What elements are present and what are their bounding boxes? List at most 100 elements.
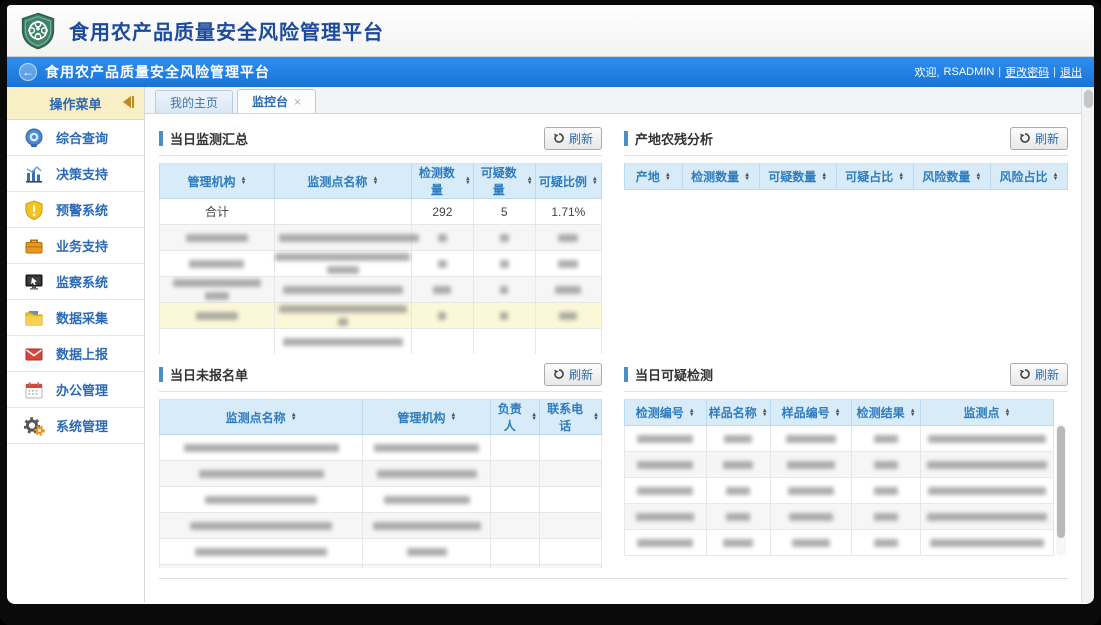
column-header[interactable]: 管理机构▲▼: [363, 400, 491, 435]
table-row: [160, 539, 602, 565]
column-header[interactable]: 负责人▲▼: [491, 400, 540, 435]
panel-suspicious: 当日可疑检测 刷新 检测编号▲▼样品名称▲▼样品编号▲▼检测结果▲▼监测点▲▼: [624, 362, 1068, 568]
column-header[interactable]: 样品编号▲▼: [770, 400, 852, 426]
window-frame: 食用农产品质量安全风险管理平台 ← 食用农产品质量安全风险管理平台 欢迎, RS…: [0, 0, 1101, 625]
panel-accent: [624, 367, 628, 382]
sidebar-item-label: 系统管理: [56, 416, 108, 435]
table-row: [625, 504, 1054, 530]
column-header[interactable]: 风险占比▲▼: [990, 164, 1067, 190]
briefcase-icon: [23, 235, 45, 257]
table-row: [160, 565, 602, 569]
sort-icon: ▲▼: [593, 413, 599, 421]
sort-icon: ▲▼: [835, 409, 841, 417]
column-header[interactable]: 检测数量▲▼: [411, 164, 473, 199]
refresh-button[interactable]: 刷新: [544, 363, 602, 386]
sidebar-header-label: 操作菜单: [49, 94, 101, 113]
close-tab-icon[interactable]: ×: [294, 95, 301, 109]
sidebar-item-label: 数据上报: [56, 344, 108, 363]
sidebar-item-3[interactable]: 预警系统: [7, 192, 144, 228]
sort-icon: ▲▼: [527, 177, 533, 185]
content-divider: [159, 578, 1068, 579]
column-header[interactable]: 风险数量▲▼: [913, 164, 990, 190]
column-header[interactable]: 监测点名称▲▼: [160, 400, 363, 435]
column-header[interactable]: 联系电话▲▼: [540, 400, 602, 435]
sort-icon: ▲▼: [450, 413, 456, 421]
sort-icon: ▲▼: [240, 177, 246, 185]
tab-1[interactable]: 我的主页: [155, 90, 233, 113]
banner-bar: ← 食用农产品质量安全风险管理平台 欢迎, RSADMIN | 更改密码 | 退…: [7, 57, 1094, 87]
sidebar-item-7[interactable]: 数据上报: [7, 336, 144, 372]
globe-icon: [23, 127, 45, 149]
column-header[interactable]: 检测数量▲▼: [682, 164, 759, 190]
refresh-button[interactable]: 刷新: [544, 127, 602, 150]
tab-bar: 我的主页监控台×: [145, 87, 1094, 114]
sort-icon: ▲▼: [592, 177, 598, 185]
refresh-button[interactable]: 刷新: [1010, 363, 1068, 386]
unreported-table: 监测点名称▲▼管理机构▲▼负责人▲▼联系电话▲▼: [159, 399, 602, 568]
logout-link[interactable]: 退出: [1060, 64, 1082, 80]
table-row: 合计29251.71%: [160, 199, 602, 225]
scrollbar-thumb[interactable]: [1057, 426, 1065, 538]
tab-2[interactable]: 监控台×: [237, 89, 316, 113]
column-header[interactable]: 监测点名称▲▼: [274, 164, 411, 199]
sidebar-item-8[interactable]: 办公管理: [7, 372, 144, 408]
monitor-icon: [23, 271, 45, 293]
origin-analysis-table: 产地▲▼检测数量▲▼可疑数量▲▼可疑占比▲▼风险数量▲▼风险占比▲▼: [624, 163, 1068, 190]
sort-icon: ▲▼: [975, 173, 981, 181]
sort-icon: ▲▼: [291, 413, 297, 421]
change-password-link[interactable]: 更改密码: [1005, 64, 1049, 80]
table-row: [160, 513, 602, 539]
sort-icon: ▲▼: [531, 413, 537, 421]
sort-icon: ▲▼: [898, 173, 904, 181]
column-header[interactable]: 管理机构▲▼: [160, 164, 275, 199]
panel-scrollbar[interactable]: [1056, 424, 1066, 556]
panel-title: 当日可疑检测: [635, 365, 713, 384]
panel-origin-analysis: 产地农残分析 刷新 产地▲▼检测数量▲▼可疑数量▲▼可疑占比▲▼风险数量▲▼风险…: [624, 126, 1068, 354]
app-logo-icon: [19, 12, 57, 50]
sort-icon: ▲▼: [665, 173, 671, 181]
sidebar-menu: 综合查询决策支持预警系统业务支持监察系统数据采集数据上报办公管理系统管理: [7, 120, 144, 444]
page-title: 食用农产品质量安全风险管理平台: [69, 16, 384, 45]
folder-icon: [23, 307, 45, 329]
panel-title: 当日监测汇总: [170, 129, 248, 148]
page-scrollbar[interactable]: [1081, 87, 1094, 603]
sidebar-item-9[interactable]: 系统管理: [7, 408, 144, 444]
shield-alert-icon: [23, 199, 45, 221]
collapse-sidebar-icon[interactable]: [123, 96, 134, 108]
sidebar-item-2[interactable]: 决策支持: [7, 156, 144, 192]
table-row: [160, 329, 602, 355]
mail-icon: [23, 343, 45, 365]
refresh-icon: [1019, 368, 1031, 380]
sidebar-item-6[interactable]: 数据采集: [7, 300, 144, 336]
sort-icon: ▲▼: [372, 177, 378, 185]
column-header[interactable]: 检测结果▲▼: [852, 400, 921, 426]
sidebar-item-label: 预警系统: [56, 200, 108, 219]
column-header[interactable]: 可疑占比▲▼: [836, 164, 913, 190]
column-header[interactable]: 产地▲▼: [625, 164, 683, 190]
column-header[interactable]: 可疑数量▲▼: [473, 164, 535, 199]
column-header[interactable]: 可疑数量▲▼: [759, 164, 836, 190]
column-header[interactable]: 样品名称▲▼: [706, 400, 770, 426]
column-header[interactable]: 可疑比例▲▼: [535, 164, 601, 199]
table-row: [625, 452, 1054, 478]
sidebar-item-label: 数据采集: [56, 308, 108, 327]
monitor-summary-table: 管理机构▲▼监测点名称▲▼检测数量▲▼可疑数量▲▼可疑比例▲▼合计29251.7…: [159, 163, 602, 354]
table-row: [160, 277, 602, 303]
sidebar-item-label: 综合查询: [56, 128, 108, 147]
column-header[interactable]: 检测编号▲▼: [625, 400, 707, 426]
sidebar-item-4[interactable]: 业务支持: [7, 228, 144, 264]
panel-title: 当日未报名单: [170, 365, 248, 384]
sidebar-item-1[interactable]: 综合查询: [7, 120, 144, 156]
sort-icon: ▲▼: [1005, 409, 1011, 417]
column-header[interactable]: 监测点▲▼: [920, 400, 1053, 426]
dashboard-content: 当日监测汇总 刷新 管理机构▲▼监测点名称▲▼检测数量▲▼可疑数量▲▼可疑比例▲…: [145, 114, 1094, 602]
back-icon[interactable]: ←: [19, 63, 37, 81]
refresh-icon: [1019, 132, 1031, 144]
sidebar-item-label: 监察系统: [56, 272, 108, 291]
sidebar-item-5[interactable]: 监察系统: [7, 264, 144, 300]
scrollbar-thumb[interactable]: [1084, 90, 1093, 108]
refresh-button[interactable]: 刷新: [1010, 127, 1068, 150]
table-row: [160, 225, 602, 251]
app-header: 食用农产品质量安全风险管理平台: [7, 5, 1094, 57]
sort-icon: ▲▼: [744, 173, 750, 181]
